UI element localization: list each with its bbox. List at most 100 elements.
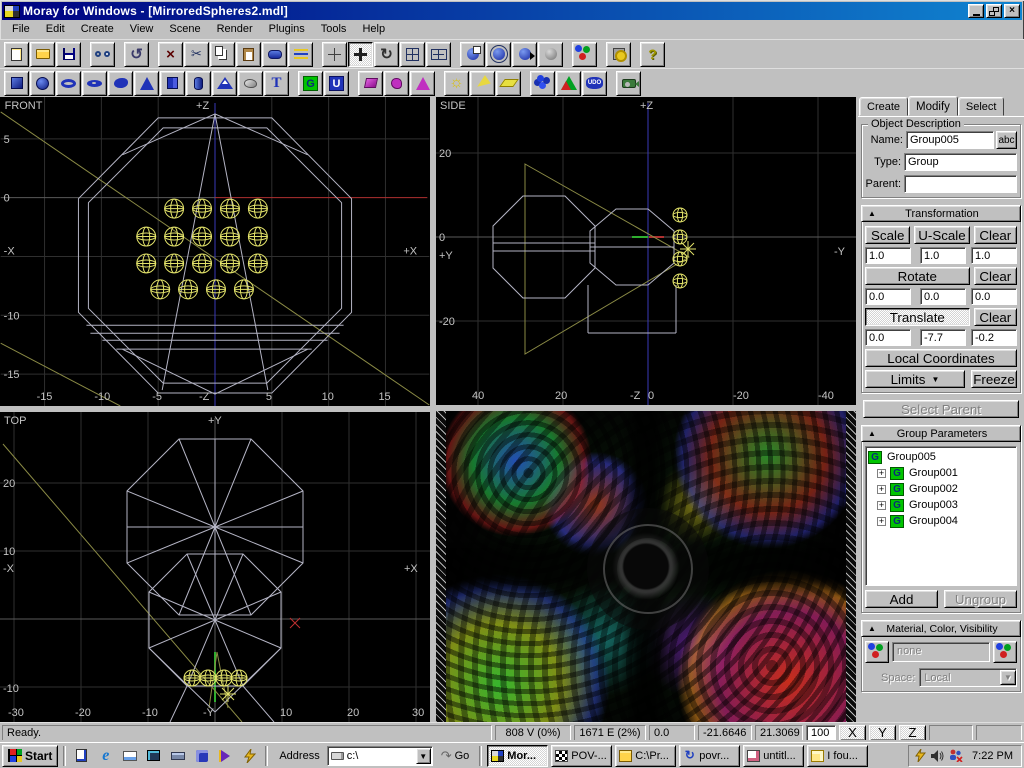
viewport-side[interactable]: SIDE +Z 20 0 -20 +Y -Y 40 20 -Z 0 -20 -4… [436,97,856,405]
material-editor-button[interactable] [572,42,597,67]
material-editor-button[interactable] [993,641,1017,663]
start-button[interactable]: Start [2,745,58,767]
blob-button[interactable] [108,71,133,96]
top-viewport-canvas[interactable]: TOP +Y 20 10 -10 -X +X -30 -20 -10 -Y 10… [0,412,430,722]
rotate-y-field[interactable] [920,288,966,305]
csg-union-button[interactable]: U [324,71,349,96]
taskbar-window-explorer[interactable]: C:\Pr... [615,745,676,767]
name-field[interactable] [906,131,994,149]
local-coordinates-button[interactable]: Local Coordinates [865,349,1017,367]
menu-tools[interactable]: Tools [313,21,355,38]
rename-abc-button[interactable]: abc [996,131,1017,149]
taskbar-clock[interactable]: 7:22 PM [972,750,1013,762]
disc-button[interactable] [82,71,107,96]
save-button[interactable] [56,42,81,67]
viewport-front[interactable]: FRONT +Z 5 0 -10 -15 -X +X -15 -10 -5 -Z… [0,97,430,406]
go-button[interactable]: ↷ Go [436,746,475,766]
add-button[interactable]: Add [865,590,938,608]
torus-button[interactable] [56,71,81,96]
expand-plus-icon[interactable]: + [877,485,886,494]
rotate-x-field[interactable] [865,288,911,305]
axis-z-toggle[interactable]: Z [899,725,926,741]
copy-button[interactable] [210,42,235,67]
selected-spheres-layer[interactable] [673,208,696,288]
bezier-patch-button[interactable] [358,71,383,96]
scale-button[interactable]: Scale [865,226,910,244]
area-light-button[interactable] [496,71,521,96]
spot-light-button[interactable] [470,71,495,96]
taskbar-window-notes[interactable]: I fou... [807,745,868,767]
sphere-button[interactable] [30,71,55,96]
limits-button[interactable]: Limits ▼ [865,370,965,388]
help-button[interactable]: ? [640,42,665,67]
app-icon[interactable] [4,5,20,18]
tab-modify[interactable]: Modify [908,96,958,116]
rotate-z-field[interactable] [971,288,1017,305]
restore-button[interactable] [986,4,1002,18]
render-wire-button[interactable] [460,42,485,67]
prism-button[interactable] [160,71,185,96]
text-button[interactable]: T [264,71,289,96]
scale-z-field[interactable] [971,247,1017,264]
group-tree[interactable]: G Group005 + G Group001 + G Group002 [865,446,1017,586]
tab-create[interactable]: Create [859,97,908,116]
uscale-button[interactable]: U-Scale [914,226,969,244]
minimize-button[interactable] [968,4,984,18]
menu-edit[interactable]: Edit [38,21,73,38]
render-continue-button[interactable] [512,42,537,67]
tree-item[interactable]: + G Group004 [868,513,1014,529]
menu-render[interactable]: Render [209,21,261,38]
zoom-extents-button[interactable] [400,42,425,67]
viewport-top[interactable]: TOP +Y 20 10 -10 -X +X -30 -20 -10 -Y 10… [0,412,430,722]
new-file-button[interactable] [4,42,29,67]
quicklaunch-outlook-express-icon[interactable] [119,745,140,766]
menu-create[interactable]: Create [73,21,122,38]
quicklaunch-winamp-icon[interactable] [239,745,260,766]
plugin-object-button[interactable] [384,71,409,96]
space-combobox[interactable]: Local ▼ [919,668,1017,687]
cut-button[interactable]: ✂ [184,42,209,67]
rotate-button[interactable]: ↻ [374,42,399,67]
quicklaunch-internet-explorer-icon[interactable]: e [95,745,116,766]
axis-x-toggle[interactable]: X [839,725,866,741]
expand-plus-icon[interactable]: + [877,501,886,510]
layer-lines-button[interactable] [288,42,313,67]
taskbar-window-povray[interactable]: ↻ povr... [679,745,740,767]
viewport-render-preview[interactable] [436,411,856,722]
delete-button[interactable]: × [158,42,183,67]
rotate-clear-button[interactable]: Clear [974,267,1017,285]
translate-y-field[interactable] [920,329,966,346]
taskbar-window-untitled[interactable]: untitl... [743,745,804,767]
taskbar-window-pov[interactable]: POV-... [551,745,612,767]
udo-button[interactable]: UDO [582,71,607,96]
render-settings-button[interactable] [606,42,631,67]
group-button[interactable]: G [298,71,323,96]
menu-plugins[interactable]: Plugins [261,21,313,38]
rotate-button[interactable]: Rotate [865,267,970,285]
menu-help[interactable]: Help [354,21,393,38]
tree-item[interactable]: + G Group001 [868,465,1014,481]
expand-plus-icon[interactable]: + [877,469,886,478]
scale-y-field[interactable] [920,247,966,264]
rock-button[interactable] [238,71,263,96]
browse-file-button[interactable] [90,42,115,67]
ungroup-button[interactable]: Ungroup [944,590,1017,608]
menu-file[interactable]: File [4,21,38,38]
cube-button[interactable] [4,71,29,96]
side-viewport-canvas[interactable]: SIDE +Z 20 0 -20 +Y -Y 40 20 -Z 0 -20 -4… [436,97,856,405]
bounding-button[interactable] [530,71,555,96]
zoom-window-button[interactable] [426,42,451,67]
scale-x-field[interactable] [865,247,911,264]
translate-clear-button[interactable]: Clear [974,308,1017,326]
tray-network-users-icon[interactable] [949,749,963,762]
render-pause-button[interactable] [538,42,563,67]
quicklaunch-media-bar-icon[interactable] [167,745,188,766]
zoom-level-field[interactable]: 100 [806,725,836,741]
translate-z-field[interactable] [971,329,1017,346]
group-parameters-header[interactable]: ▲ Group Parameters [861,425,1021,442]
scale-clear-button[interactable]: Clear [974,226,1017,244]
move-small-button[interactable] [322,42,347,67]
address-combobox[interactable]: c:\ ▼ [327,746,433,766]
quicklaunch-media-player-icon[interactable] [215,745,236,766]
quicklaunch-msn-icon[interactable] [191,745,212,766]
